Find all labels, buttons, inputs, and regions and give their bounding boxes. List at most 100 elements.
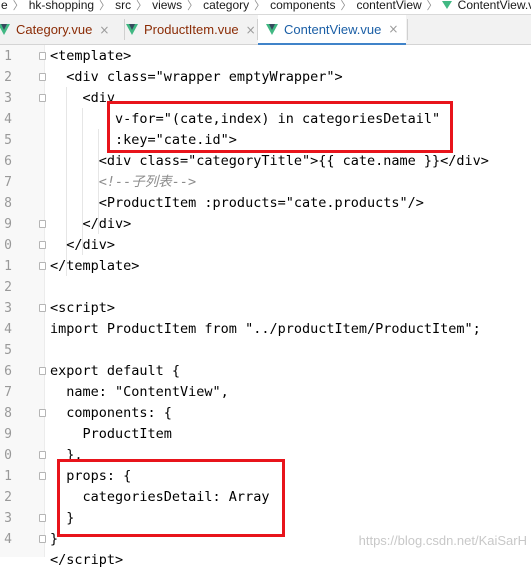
fold-marker[interactable] bbox=[39, 52, 46, 60]
code-line[interactable]: 6 export default { bbox=[0, 361, 531, 382]
code-line[interactable]: 0 </div> bbox=[0, 235, 531, 256]
line-number: 2 bbox=[4, 490, 12, 505]
code-line[interactable]: 5 bbox=[0, 340, 531, 361]
code-line[interactable]: 2 bbox=[0, 277, 531, 298]
tab-label: ProductItem.vue bbox=[144, 22, 239, 37]
code-text: ProductItem bbox=[50, 426, 172, 442]
vue-file-icon bbox=[266, 23, 278, 35]
line-number: 2 bbox=[4, 70, 12, 85]
vue-file-icon bbox=[441, 1, 452, 9]
line-number: 7 bbox=[4, 385, 12, 400]
line-number: 4 bbox=[4, 112, 12, 127]
line-number: 1 bbox=[4, 259, 12, 274]
fold-marker[interactable] bbox=[39, 241, 46, 249]
watermark: https://blog.csdn.net/KaiSarH bbox=[358, 533, 527, 548]
fold-marker[interactable] bbox=[39, 262, 46, 270]
close-icon[interactable]: × bbox=[246, 23, 256, 37]
fold-marker[interactable] bbox=[39, 535, 46, 543]
code-text: <div bbox=[50, 90, 116, 106]
vue-file-icon bbox=[126, 24, 138, 35]
code-line[interactable]: 7 <!--子列表--> bbox=[0, 172, 531, 193]
line-number: 1 bbox=[4, 469, 12, 484]
line-number: 3 bbox=[4, 301, 12, 316]
tab-productitem-vue[interactable]: ProductItem.vue × bbox=[125, 15, 257, 44]
code-text: </div> bbox=[50, 237, 116, 253]
code-text: <div class="categoryTitle">{{ cate.name … bbox=[50, 153, 489, 169]
fold-marker[interactable] bbox=[39, 220, 46, 228]
breadcrumb-separator: 〉 bbox=[254, 0, 266, 12]
code-text: <ProductItem :products="cate.products"/> bbox=[50, 195, 424, 211]
code-line[interactable]: 1 <template> bbox=[0, 46, 531, 67]
code-line[interactable]: 6 <div class="categoryTitle">{{ cate.nam… bbox=[0, 151, 531, 172]
code-editor[interactable]: 1 <template> 2 <div class="wrapper empty… bbox=[0, 45, 531, 568]
code-text: </script> bbox=[50, 552, 124, 568]
code-line[interactable]: 4 import ProductItem from "../productIte… bbox=[0, 319, 531, 340]
breadcrumb-item[interactable]: components bbox=[267, 0, 338, 12]
fold-marker[interactable] bbox=[39, 367, 46, 375]
fold-marker[interactable] bbox=[39, 73, 46, 81]
highlight-box-props bbox=[57, 459, 285, 537]
fold-marker[interactable] bbox=[39, 451, 46, 459]
breadcrumb-item[interactable]: contentView bbox=[354, 0, 425, 12]
line-number: 9 bbox=[4, 427, 12, 442]
breadcrumb-separator: 〉 bbox=[426, 0, 438, 12]
tab-label: ContentView.vue bbox=[284, 21, 382, 37]
breadcrumb-item[interactable]: src bbox=[112, 0, 134, 12]
line-number: 0 bbox=[4, 448, 12, 463]
code-text: name: "ContentView", bbox=[50, 384, 229, 400]
tab-divider bbox=[407, 19, 408, 40]
code-line[interactable]: 8 components: { bbox=[0, 403, 531, 424]
code-line[interactable]: 1 </template> bbox=[0, 256, 531, 277]
line-number: 3 bbox=[4, 91, 12, 106]
breadcrumb-file[interactable]: ContentView.vu bbox=[455, 0, 531, 12]
code-text: export default { bbox=[50, 363, 181, 379]
code-line[interactable]: 2 <div class="wrapper emptyWrapper"> bbox=[0, 67, 531, 88]
code-text: <div class="wrapper emptyWrapper"> bbox=[50, 69, 343, 85]
close-icon[interactable]: × bbox=[388, 22, 398, 36]
breadcrumb-item[interactable]: hk-shopping bbox=[26, 0, 97, 12]
vue-file-icon bbox=[0, 24, 10, 35]
breadcrumb-item[interactable]: e bbox=[0, 0, 11, 12]
breadcrumb-item[interactable]: category bbox=[200, 0, 252, 12]
line-number: 4 bbox=[4, 532, 12, 547]
code-text: import ProductItem from "../productItem/… bbox=[50, 321, 481, 337]
line-number: 2 bbox=[4, 280, 12, 295]
line-number: 8 bbox=[4, 196, 12, 211]
code-line[interactable]: </script> bbox=[0, 550, 531, 571]
line-number: 1 bbox=[4, 49, 12, 64]
code-text: <script> bbox=[50, 300, 116, 316]
line-number: 5 bbox=[4, 133, 12, 148]
fold-marker[interactable] bbox=[39, 304, 46, 312]
breadcrumb-separator: 〉 bbox=[340, 0, 352, 12]
breadcrumb-item[interactable]: views bbox=[149, 0, 185, 12]
code-line[interactable]: 7 name: "ContentView", bbox=[0, 382, 531, 403]
tab-category-vue[interactable]: Category.vue × bbox=[0, 15, 124, 44]
code-line[interactable]: 3 <script> bbox=[0, 298, 531, 319]
tab-label: Category.vue bbox=[16, 22, 93, 37]
line-number: 0 bbox=[4, 238, 12, 253]
fold-marker[interactable] bbox=[39, 472, 46, 480]
fold-marker[interactable] bbox=[39, 514, 46, 522]
code-text: components: { bbox=[50, 405, 172, 421]
close-icon[interactable]: × bbox=[99, 23, 109, 37]
code-text: </div> bbox=[50, 216, 132, 232]
breadcrumb: e 〉 hk-shopping 〉 src 〉 views 〉 category… bbox=[0, 0, 531, 15]
line-number: 9 bbox=[4, 217, 12, 232]
line-number: 3 bbox=[4, 511, 12, 526]
line-number: 5 bbox=[4, 343, 12, 358]
code-text: <template> bbox=[50, 48, 132, 64]
code-line[interactable]: 9 </div> bbox=[0, 214, 531, 235]
code-comment: <!--子列表--> bbox=[50, 174, 197, 190]
highlight-box-vfor bbox=[107, 101, 453, 153]
line-number: 8 bbox=[4, 406, 12, 421]
fold-marker[interactable] bbox=[39, 94, 46, 102]
fold-marker[interactable] bbox=[39, 409, 46, 417]
breadcrumb-separator: 〉 bbox=[187, 0, 199, 12]
line-number: 6 bbox=[4, 154, 12, 169]
tab-contentview-vue[interactable]: ContentView.vue × bbox=[258, 15, 406, 45]
line-number: 4 bbox=[4, 322, 12, 337]
breadcrumb-separator: 〉 bbox=[12, 0, 24, 12]
breadcrumb-separator: 〉 bbox=[99, 0, 111, 12]
code-line[interactable]: 8 <ProductItem :products="cate.products"… bbox=[0, 193, 531, 214]
code-line[interactable]: 9 ProductItem bbox=[0, 424, 531, 445]
